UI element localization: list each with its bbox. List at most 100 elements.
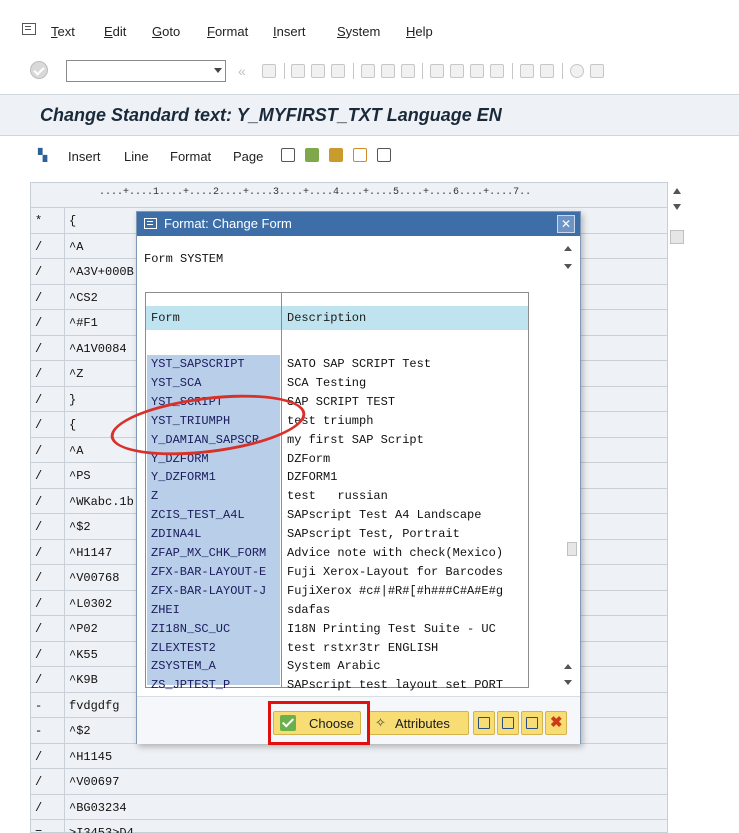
format-key[interactable]: /: [35, 240, 42, 254]
insert-button[interactable]: Insert: [68, 149, 101, 164]
dialog-bottom-scrollbar[interactable]: [561, 652, 575, 692]
back-arrow-icon[interactable]: «: [238, 63, 246, 79]
line-text[interactable]: ^H1147: [69, 546, 112, 560]
form-list-row[interactable]: ZFAP_MX_CHK_FORM Advice note with check(M…: [146, 544, 528, 563]
form-name[interactable]: ZFX-BAR-LAYOUT-J: [151, 584, 266, 598]
cancel-button[interactable]: ✖: [545, 711, 567, 735]
column-header-description[interactable]: Description: [287, 311, 366, 325]
form-name[interactable]: YST_SAPSCRIPT: [151, 357, 245, 371]
line-text[interactable]: ^BG03234: [69, 801, 127, 815]
document-icon[interactable]: [377, 148, 391, 162]
editor-line[interactable]: / ^H1145: [31, 742, 667, 768]
form-description[interactable]: Advice note with check(Mexico): [287, 546, 503, 560]
last-page-icon[interactable]: [490, 64, 504, 78]
form-name[interactable]: ZSYSTEM_A: [151, 659, 216, 673]
form-description[interactable]: DZForm: [287, 452, 330, 466]
line-text[interactable]: ^A1V0084: [69, 342, 127, 356]
dialog-scroll-thumb[interactable]: [567, 542, 577, 556]
editor-line[interactable]: = >I3453>D4: [31, 819, 667, 833]
format-key[interactable]: /: [35, 597, 42, 611]
form-name[interactable]: ZLEXTEST2: [151, 641, 216, 655]
menu-icon[interactable]: [22, 23, 36, 35]
scroll-thumb[interactable]: [670, 230, 684, 244]
attributes-button[interactable]: ✧ Attributes: [369, 711, 469, 735]
format-key[interactable]: /: [35, 495, 42, 509]
menu-text[interactable]: Text: [51, 24, 75, 39]
form-name[interactable]: ZS_JPTEST_P: [151, 678, 230, 692]
menu-edit[interactable]: Edit: [104, 24, 126, 39]
line-text[interactable]: ^K9B: [69, 673, 98, 687]
line-text[interactable]: {: [69, 418, 76, 432]
find-next-button[interactable]: [521, 711, 543, 735]
format-key[interactable]: /: [35, 265, 42, 279]
menu-format[interactable]: Format: [207, 24, 248, 39]
format-button[interactable]: Format: [170, 149, 211, 164]
line-button[interactable]: Line: [124, 149, 149, 164]
form-list-row[interactable]: ZCIS_TEST_A4L SAPscript Test A4 Landscape: [146, 506, 528, 525]
cancel-icon[interactable]: [331, 64, 345, 78]
dialog-top-scrollbar[interactable]: [561, 242, 575, 272]
line-text[interactable]: ^K55: [69, 648, 98, 662]
structure-icon[interactable]: [305, 148, 319, 162]
form-name[interactable]: ZFX-BAR-LAYOUT-E: [151, 565, 266, 579]
page-button[interactable]: Page: [233, 149, 263, 164]
line-text[interactable]: ^A: [69, 444, 83, 458]
format-key[interactable]: =: [35, 826, 42, 833]
menu-system[interactable]: System: [337, 24, 380, 39]
form-description[interactable]: SAPscript test layout set PORT: [287, 678, 503, 692]
format-key[interactable]: -: [35, 724, 42, 738]
format-key[interactable]: /: [35, 418, 42, 432]
exit-icon[interactable]: [311, 64, 325, 78]
column-header-form[interactable]: Form: [151, 311, 180, 325]
form-description[interactable]: DZFORM1: [287, 470, 337, 484]
format-key[interactable]: /: [35, 291, 42, 305]
scroll-down-icon[interactable]: [564, 680, 572, 685]
find-button[interactable]: [497, 711, 519, 735]
form-list-row[interactable]: ZS_JPTEST_P SAPscript test layout set POR…: [146, 676, 528, 695]
form-list-row[interactable]: YST_SAPSCRIPT SATO SAP SCRIPT Test: [146, 355, 528, 374]
command-field[interactable]: [66, 60, 226, 82]
next-page-icon[interactable]: [470, 64, 484, 78]
line-text[interactable]: ^L0302: [69, 597, 112, 611]
line-text[interactable]: ^P02: [69, 622, 98, 636]
format-key[interactable]: /: [35, 393, 42, 407]
copy-icon[interactable]: [281, 148, 295, 162]
help-icon[interactable]: [570, 64, 584, 78]
line-text[interactable]: ^Z: [69, 367, 83, 381]
scroll-down-icon[interactable]: [564, 264, 572, 269]
find-icon[interactable]: [381, 64, 395, 78]
dialog-menu-icon[interactable]: [144, 218, 157, 229]
print-icon[interactable]: [361, 64, 375, 78]
format-key[interactable]: /: [35, 342, 42, 356]
menu-insert[interactable]: Insert: [273, 24, 306, 39]
form-list-row[interactable]: Y_DZFORM1 DZFORM1: [146, 468, 528, 487]
format-key[interactable]: *: [35, 214, 42, 228]
editor-scrollbar[interactable]: [668, 182, 686, 252]
line-text[interactable]: {: [69, 214, 76, 228]
enter-check-icon[interactable]: [30, 61, 48, 79]
line-text[interactable]: fvdgdfg: [69, 699, 119, 713]
close-icon[interactable]: ✕: [557, 215, 575, 233]
form-name[interactable]: ZCIS_TEST_A4L: [151, 508, 245, 522]
print-button[interactable]: [473, 711, 495, 735]
shortcut-icon[interactable]: [540, 64, 554, 78]
form-name[interactable]: ZDINA4L: [151, 527, 201, 541]
new-session-icon[interactable]: [520, 64, 534, 78]
form-description[interactable]: sdafas: [287, 603, 330, 617]
form-list-row[interactable]: ZHEI sdafas: [146, 601, 528, 620]
form-name[interactable]: ZHEI: [151, 603, 180, 617]
form-name[interactable]: Z: [151, 489, 158, 503]
format-key[interactable]: /: [35, 801, 42, 815]
line-text[interactable]: ^CS2: [69, 291, 98, 305]
form-description[interactable]: SAPscript Test, Portrait: [287, 527, 460, 541]
form-description[interactable]: SCA Testing: [287, 376, 366, 390]
format-key[interactable]: /: [35, 622, 42, 636]
line-text[interactable]: ^#F1: [69, 316, 98, 330]
chevron-down-icon[interactable]: [214, 68, 222, 73]
find-next-icon[interactable]: [401, 64, 415, 78]
line-text[interactable]: ^V00697: [69, 775, 119, 789]
form-list-row[interactable]: ZI18N_SC_UC I18N Printing Test Suite - UC: [146, 620, 528, 639]
form-list-row[interactable]: ZLEXTEST2 test rstxr3tr ENGLISH: [146, 639, 528, 658]
line-text[interactable]: ^WKabc.1b: [69, 495, 134, 509]
form-description[interactable]: SAPscript Test A4 Landscape: [287, 508, 481, 522]
